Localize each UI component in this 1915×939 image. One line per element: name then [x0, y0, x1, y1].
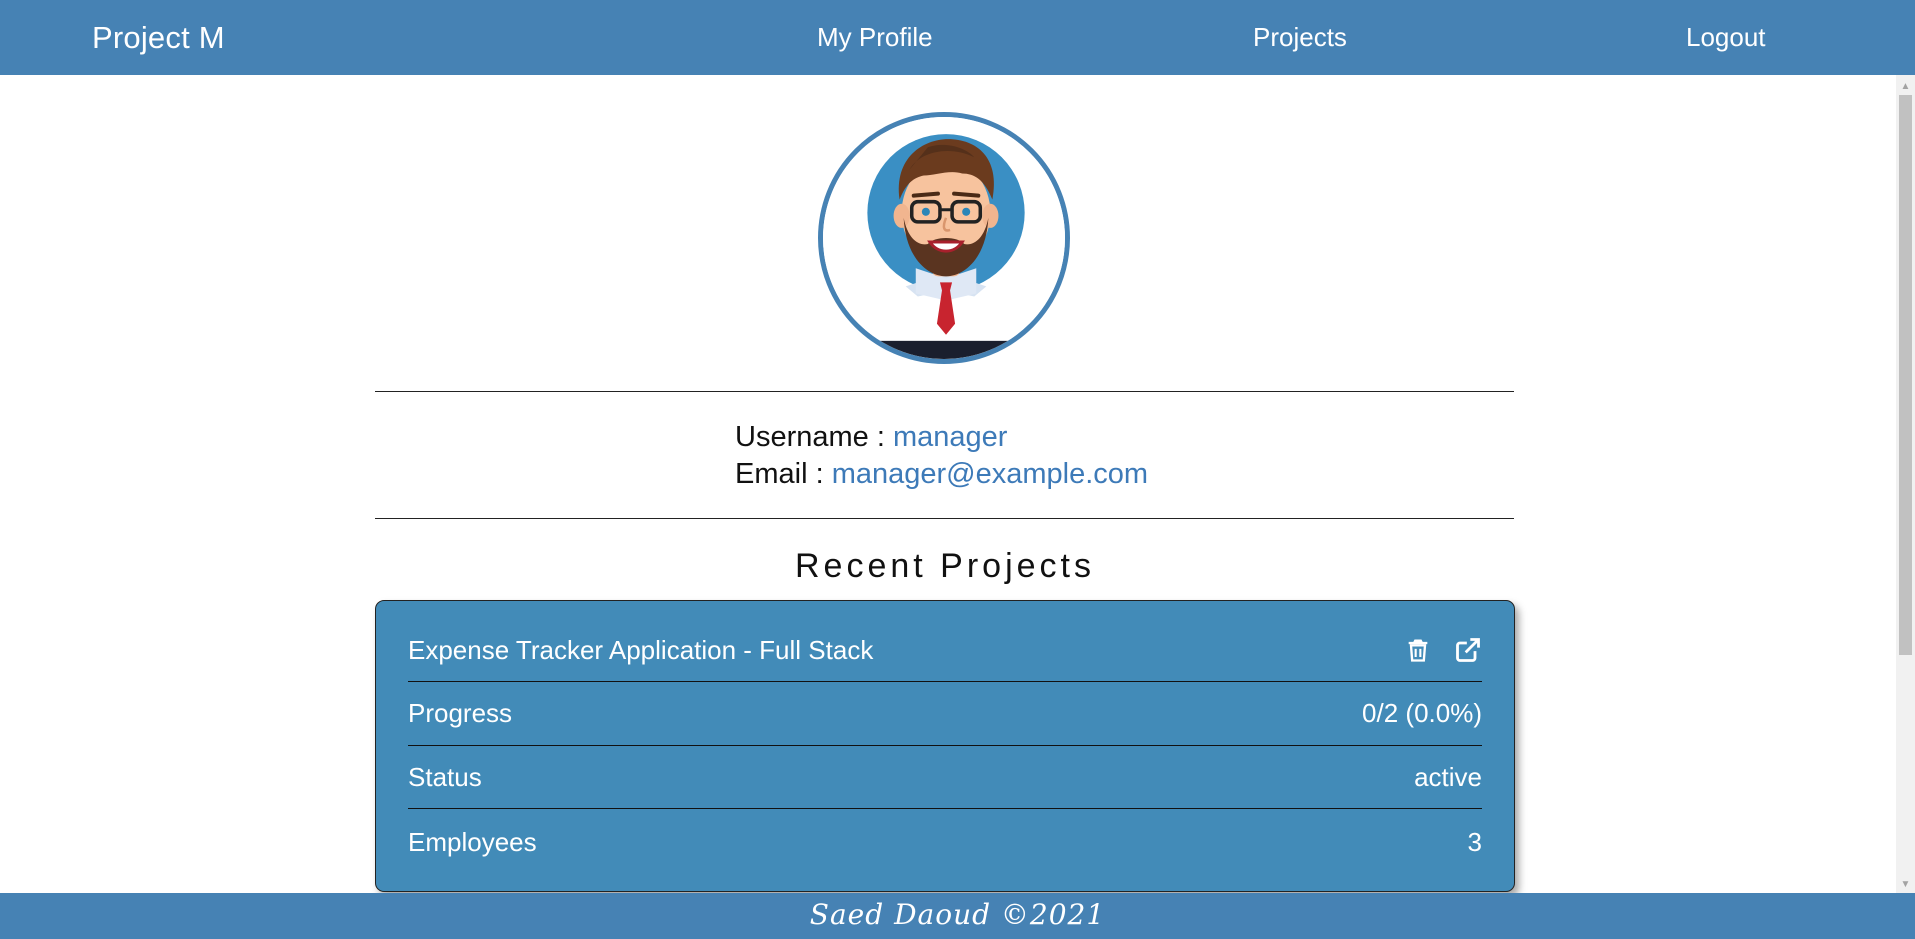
- manager-avatar-icon: [823, 117, 1065, 359]
- employees-label: Employees: [408, 826, 537, 857]
- project-name: Expense Tracker Application - Full Stack: [408, 634, 874, 665]
- employees-row: Employees 3: [408, 809, 1482, 875]
- username-row: Username : manager: [735, 421, 1007, 454]
- scroll-down-icon[interactable]: ▼: [1896, 876, 1915, 893]
- email-label: Email :: [735, 458, 824, 490]
- progress-row: Progress 0/2 (0.0%): [408, 682, 1482, 746]
- scroll-up-icon[interactable]: ▲: [1896, 78, 1915, 95]
- project-actions: [1404, 636, 1482, 664]
- nav-projects[interactable]: Projects: [1253, 22, 1347, 53]
- brand-logo[interactable]: Project M: [92, 20, 225, 56]
- status-row: Status active: [408, 746, 1482, 809]
- email-value: manager@example.com: [831, 458, 1149, 490]
- project-card: Expense Tracker Application - Full Stack: [375, 600, 1515, 892]
- recent-projects-title: Recent Projects: [795, 547, 1095, 585]
- navbar: Project M My Profile Projects Logout: [0, 0, 1915, 75]
- nav-logout[interactable]: Logout: [1686, 22, 1766, 53]
- scrollbar-thumb[interactable]: [1899, 95, 1912, 655]
- nav-my-profile[interactable]: My Profile: [817, 22, 933, 53]
- status-value: active: [1414, 761, 1482, 792]
- username-label: Username :: [735, 421, 885, 453]
- employees-value: 3: [1467, 826, 1482, 857]
- page-scrollbar[interactable]: ▲ ▼: [1896, 75, 1915, 893]
- trash-icon[interactable]: [1404, 636, 1432, 664]
- footer: Saed Daoud ©2021: [0, 893, 1915, 939]
- username-value: manager: [892, 421, 1008, 453]
- divider-bottom: [375, 518, 1514, 519]
- footer-copyright: Saed Daoud ©2021: [809, 898, 1106, 931]
- external-link-icon[interactable]: [1454, 636, 1482, 664]
- project-title-row: Expense Tracker Application - Full Stack: [408, 619, 1482, 682]
- email-row: Email : manager@example.com: [735, 458, 1148, 491]
- progress-label: Progress: [408, 698, 513, 728]
- progress-value: 0/2 (0.0%): [1362, 698, 1482, 728]
- divider-top: [375, 391, 1514, 392]
- avatar: [818, 112, 1070, 364]
- status-label: Status: [408, 761, 482, 792]
